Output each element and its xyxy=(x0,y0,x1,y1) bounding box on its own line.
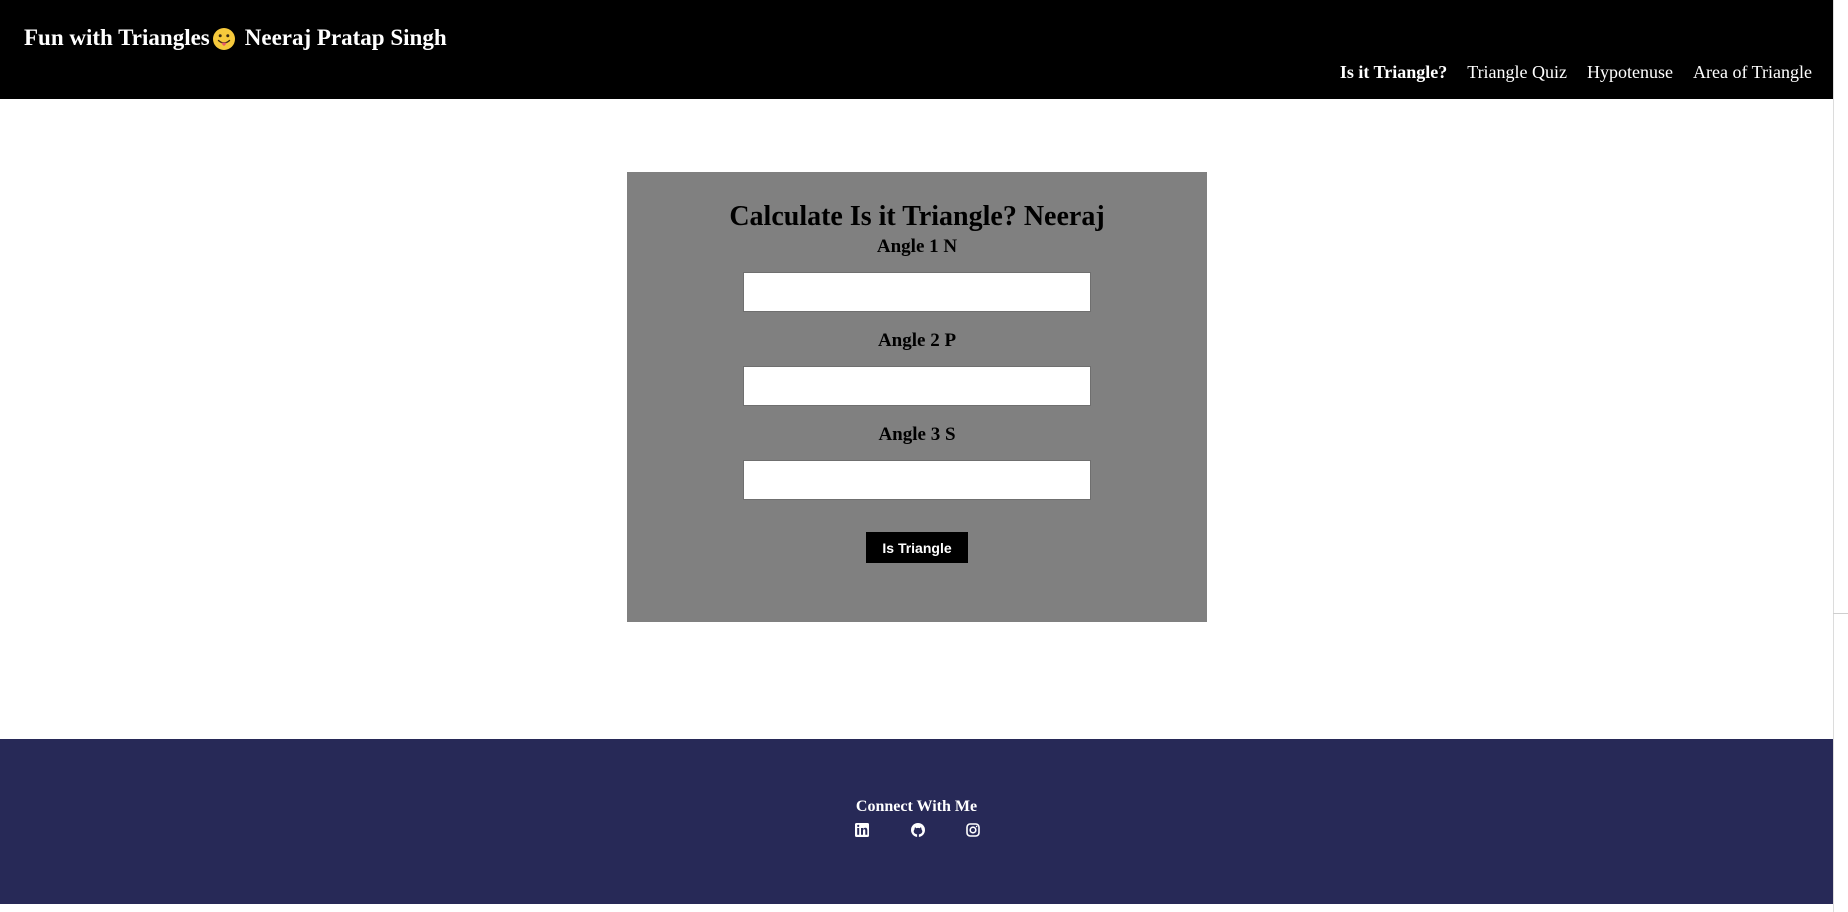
footer-title: Connect With Me xyxy=(855,798,978,815)
scrollbar-divider xyxy=(1833,613,1848,614)
nav-triangle-quiz[interactable]: Triangle Quiz xyxy=(1467,62,1567,83)
angle-1-input[interactable] xyxy=(743,272,1091,312)
github-icon[interactable] xyxy=(910,822,926,838)
site-footer: Connect With Me xyxy=(0,739,1833,904)
triangle-calculator-card: Calculate Is it Triangle? Neeraj Angle 1… xyxy=(627,172,1207,622)
scrollbar-gutter[interactable] xyxy=(1833,0,1848,912)
angle-3-label: Angle 3 S xyxy=(878,424,956,445)
bottom-page-strip xyxy=(0,904,1833,912)
face-with-tongue-icon xyxy=(212,27,236,51)
calculator-title: Calculate Is it Triangle? Neeraj xyxy=(729,201,1105,232)
brand-name: Neeraj Pratap Singh xyxy=(244,25,447,50)
site-brand[interactable]: Fun with Triangles Neeraj Pratap Singh xyxy=(24,25,447,51)
nav-area-of-triangle[interactable]: Area of Triangle xyxy=(1693,62,1812,83)
content-area: Fun with Triangles Neeraj Pratap Singh I… xyxy=(0,0,1833,904)
brand-title: Fun with Triangles xyxy=(24,25,210,50)
is-triangle-button[interactable]: Is Triangle xyxy=(866,532,968,563)
instagram-icon[interactable] xyxy=(965,822,981,838)
social-links xyxy=(854,822,980,838)
angle-2-label: Angle 2 P xyxy=(877,330,957,351)
angle-2-input[interactable] xyxy=(743,366,1091,406)
site-header: Fun with Triangles Neeraj Pratap Singh I… xyxy=(0,0,1833,99)
nav-hypotenuse[interactable]: Hypotenuse xyxy=(1587,62,1673,83)
angle-3-input[interactable] xyxy=(743,460,1091,500)
linkedin-icon[interactable] xyxy=(854,822,870,838)
main-navigation: Is it Triangle? Triangle Quiz Hypotenuse… xyxy=(1340,62,1812,83)
nav-is-it-triangle[interactable]: Is it Triangle? xyxy=(1340,62,1447,83)
page: Fun with Triangles Neeraj Pratap Singh I… xyxy=(0,0,1848,912)
angle-1-label: Angle 1 N xyxy=(876,236,958,257)
